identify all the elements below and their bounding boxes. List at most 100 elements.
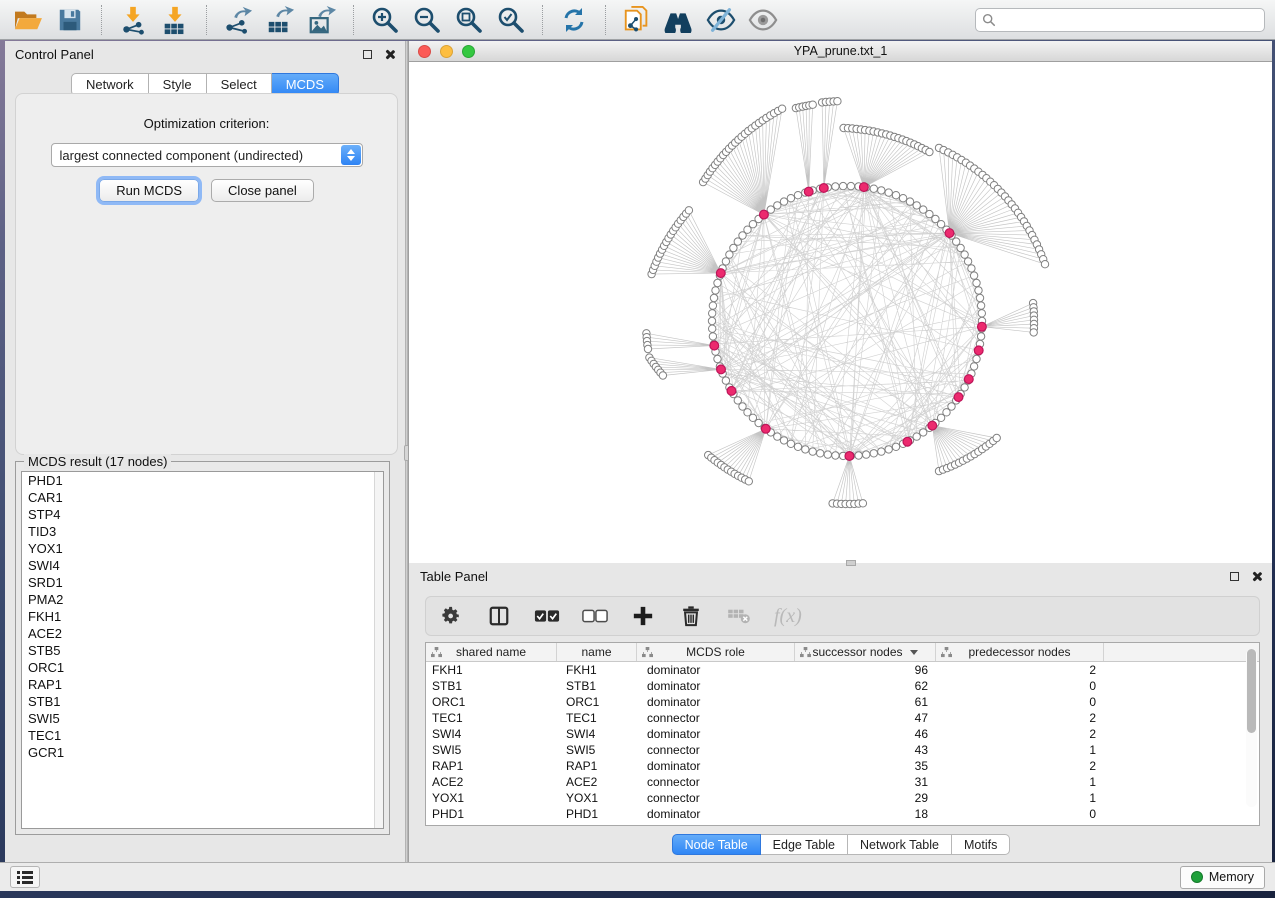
export-table-button[interactable]: [262, 4, 298, 36]
table-cell: 62: [795, 678, 936, 694]
zoom-selected-button[interactable]: [493, 4, 529, 36]
deselect-all-icon[interactable]: [582, 603, 608, 629]
zoom-in-button[interactable]: [367, 4, 403, 36]
mcds-result-item[interactable]: PMA2: [22, 591, 383, 608]
hide-selected-button[interactable]: [703, 4, 739, 36]
column-header-shared-name[interactable]: shared name: [426, 643, 557, 661]
tab-edge-table[interactable]: Edge Table: [761, 834, 848, 855]
mcds-result-item[interactable]: STB1: [22, 693, 383, 710]
mcds-result-item[interactable]: FKH1: [22, 608, 383, 625]
zoom-fit-button[interactable]: [451, 4, 487, 36]
sort-descending-icon: [910, 650, 918, 655]
table-cell: [1104, 710, 1259, 726]
mcds-result-item[interactable]: TID3: [22, 523, 383, 540]
table-cell: 2: [936, 662, 1104, 678]
close-table-panel-icon[interactable]: [1251, 571, 1262, 582]
open-file-button[interactable]: [10, 4, 46, 36]
mcds-result-item[interactable]: PHD1: [22, 472, 383, 489]
tab-node-table[interactable]: Node Table: [672, 834, 761, 855]
table-row[interactable]: TEC1TEC1connector472: [426, 710, 1259, 726]
mcds-result-item[interactable]: YOX1: [22, 540, 383, 557]
delete-rows-trash-icon[interactable]: [678, 603, 704, 629]
toolbar-separator: [206, 5, 207, 35]
table-cell: [1104, 774, 1259, 790]
new-network-from-selection-button[interactable]: [619, 4, 655, 36]
show-columns-icon[interactable]: [486, 603, 512, 629]
criterion-select[interactable]: largest connected component (undirected): [51, 143, 363, 167]
table-row[interactable]: SWI5SWI5connector431: [426, 742, 1259, 758]
search-input[interactable]: [1000, 13, 1258, 27]
mcds-result-item[interactable]: SWI4: [22, 557, 383, 574]
criterion-selected-value: largest connected component (undirected): [60, 148, 304, 163]
import-network-button[interactable]: [115, 4, 151, 36]
table-cell: YOX1: [426, 790, 557, 806]
table-scrollbar-thumb[interactable]: [1247, 649, 1256, 733]
mcds-result-list[interactable]: PHD1CAR1STP4TID3YOX1SWI4SRD1PMA2FKH1ACE2…: [21, 471, 384, 829]
table-cell: SWI4: [426, 726, 557, 742]
save-session-button[interactable]: [52, 4, 88, 36]
table-row[interactable]: ORC1ORC1dominator610: [426, 694, 1259, 710]
mcds-result-item[interactable]: ACE2: [22, 625, 383, 642]
table-row[interactable]: ACE2ACE2connector311: [426, 774, 1259, 790]
mcds-result-item[interactable]: GCR1: [22, 744, 383, 761]
show-all-button[interactable]: [745, 4, 781, 36]
run-mcds-button[interactable]: Run MCDS: [99, 179, 199, 202]
table-row[interactable]: SWI4SWI4dominator462: [426, 726, 1259, 742]
export-network-button[interactable]: [220, 4, 256, 36]
import-table-button[interactable]: [157, 4, 193, 36]
network-canvas[interactable]: [409, 62, 1272, 562]
float-panel-icon[interactable]: [363, 50, 372, 59]
table-cell: 61: [795, 694, 936, 710]
table-row[interactable]: FKH1FKH1dominator962: [426, 662, 1259, 678]
table-cell: dominator: [637, 758, 795, 774]
table-row[interactable]: PHD1PHD1dominator180: [426, 806, 1259, 822]
table-scrollbar[interactable]: [1246, 649, 1257, 807]
tab-network-table[interactable]: Network Table: [848, 834, 952, 855]
node-table-header: shared name name MCDS role successor nod…: [426, 643, 1259, 662]
table-row[interactable]: STB1STB1dominator620: [426, 678, 1259, 694]
mcds-result-item[interactable]: ORC1: [22, 659, 383, 676]
task-history-button[interactable]: [10, 866, 40, 888]
mcds-result-item[interactable]: CAR1: [22, 489, 383, 506]
close-panel-icon[interactable]: [384, 49, 395, 60]
table-cell: connector: [637, 774, 795, 790]
find-button[interactable]: [661, 4, 697, 36]
table-row[interactable]: YOX1YOX1connector291: [426, 790, 1259, 806]
memory-label: Memory: [1209, 870, 1254, 884]
toolbar-separator: [353, 5, 354, 35]
close-panel-button[interactable]: Close panel: [211, 179, 314, 202]
network-graph[interactable]: [409, 62, 1271, 562]
select-all-icon[interactable]: [534, 603, 560, 629]
mcds-result-item[interactable]: RAP1: [22, 676, 383, 693]
refresh-view-button[interactable]: [556, 4, 592, 36]
horizontal-splitter-grip[interactable]: [846, 560, 856, 566]
table-cell: [1104, 694, 1259, 710]
memory-button[interactable]: Memory: [1180, 866, 1265, 889]
mcds-list-scrollbar[interactable]: [374, 472, 383, 828]
mcds-result-item[interactable]: SRD1: [22, 574, 383, 591]
mcds-result-item[interactable]: TEC1: [22, 727, 383, 744]
column-header-mcds-role[interactable]: MCDS role: [637, 643, 795, 661]
attribute-type-icon: [800, 647, 811, 658]
network-titlebar[interactable]: YPA_prune.txt_1: [409, 41, 1272, 62]
add-column-icon[interactable]: [630, 603, 656, 629]
table-row[interactable]: RAP1RAP1dominator352: [426, 758, 1259, 774]
table-cell: 0: [936, 694, 1104, 710]
export-image-button[interactable]: [304, 4, 340, 36]
table-options-gear-icon[interactable]: [438, 603, 464, 629]
table-cell: 29: [795, 790, 936, 806]
float-table-panel-icon[interactable]: [1230, 572, 1239, 581]
mcds-result-item[interactable]: STB5: [22, 642, 383, 659]
mcds-result-item[interactable]: SWI5: [22, 710, 383, 727]
column-header-predecessor-nodes[interactable]: predecessor nodes: [936, 643, 1104, 661]
table-cell: connector: [637, 710, 795, 726]
zoom-out-button[interactable]: [409, 4, 445, 36]
column-header-name[interactable]: name: [557, 643, 637, 661]
table-panel: Table Panel f(x) shared name: [408, 563, 1272, 891]
tab-motifs[interactable]: Motifs: [952, 834, 1010, 855]
mcds-result-item[interactable]: STP4: [22, 506, 383, 523]
column-header-successor-nodes[interactable]: successor nodes: [795, 643, 936, 661]
list-icon: [17, 871, 33, 884]
search-box[interactable]: [975, 8, 1265, 32]
export-table-icon: [265, 5, 295, 35]
